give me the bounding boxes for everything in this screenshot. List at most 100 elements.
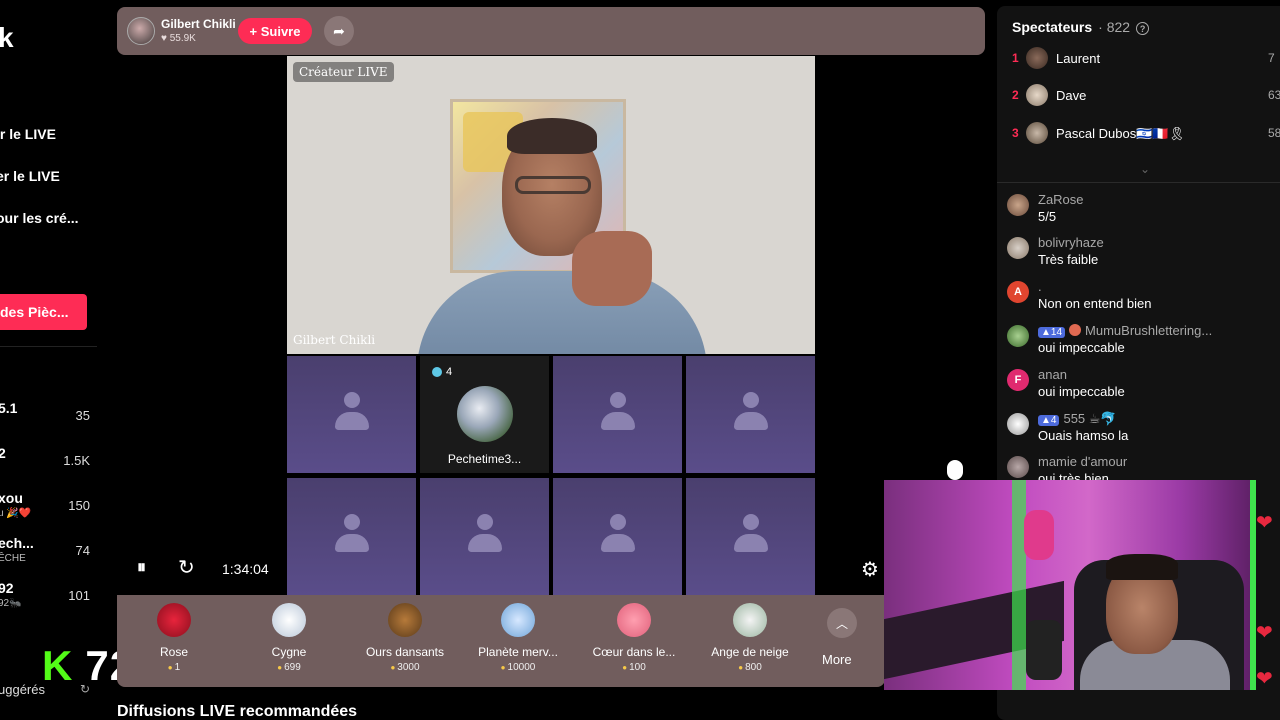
top-viewer-row[interactable]: 3 Pascal Dubos🇮🇱🇫🇷🎗 58 — [1012, 122, 1280, 146]
chat-username-row[interactable]: ▲4 555 ☕🐬 — [1038, 411, 1117, 427]
guest-slot[interactable]: 4 Pechetime3... — [420, 356, 549, 473]
account-viewer-count: 74 — [75, 543, 90, 558]
refresh-icon[interactable]: ↻ — [178, 555, 195, 580]
stream-header: Gilbert Chikli ♥ 55.9K + Suivre ➦ — [117, 7, 985, 55]
gift-name: Ours dansants — [365, 645, 445, 659]
sidebar-link-live-1[interactable]: ir le LIVE — [0, 126, 56, 142]
gift-price: 1 — [119, 662, 229, 673]
sidebar-link-creators[interactable]: our les cré... — [0, 210, 78, 226]
creator-live-tag: Créateur LIVE — [293, 62, 394, 82]
diamond-icon — [432, 367, 442, 377]
microphone-icon — [1026, 620, 1062, 680]
guest-slot-empty[interactable] — [686, 478, 815, 595]
avatar[interactable]: A — [1007, 281, 1029, 303]
person-placeholder-icon — [600, 391, 635, 438]
gift-item-coeur[interactable]: Cœur dans le... 100 — [579, 603, 689, 673]
gift-item-planete[interactable]: Planète merv... 10000 — [463, 603, 573, 673]
guest-avatar — [457, 386, 513, 442]
guest-slot-empty[interactable] — [686, 356, 815, 473]
chat-username[interactable]: mamie d'amour — [1038, 454, 1127, 469]
rose-icon — [157, 603, 191, 637]
account-viewer-count: 35 — [75, 408, 90, 423]
guest-badge-count: 4 — [446, 366, 453, 378]
sidebar-account-row[interactable]: 5.1 35 — [0, 400, 96, 436]
gift-item-ours[interactable]: Ours dansants 3000 — [350, 603, 460, 673]
kick-logo-icon: K — [42, 642, 74, 689]
chevron-down-icon[interactable]: ⌄ — [1140, 162, 1150, 176]
host-name[interactable]: Gilbert Chikli — [161, 17, 236, 31]
host-video-feed: Créateur LIVE Gilbert Chikli — [287, 56, 815, 354]
app-logo[interactable]: k — [0, 22, 14, 54]
sidebar-account-row[interactable]: ech... ÊCHE 74 — [0, 535, 96, 571]
viewer-score: 63 — [1268, 88, 1280, 102]
host-glasses — [515, 176, 591, 194]
guest-name: Pechetime3... — [447, 452, 522, 466]
account-viewer-count: 150 — [68, 498, 90, 513]
snow-angel-icon — [733, 603, 767, 637]
account-name: 92 — [0, 580, 14, 596]
sidebar-account-row[interactable]: 92 92🐜 101 — [0, 580, 96, 616]
gift-item-cygne[interactable]: Cygne 699 — [234, 603, 344, 673]
gift-name: Rose — [159, 645, 188, 659]
help-icon[interactable]: ? — [1136, 22, 1150, 35]
pause-icon[interactable]: ⏸ — [137, 557, 146, 578]
recommended-title: Diffusions LIVE recommandées — [117, 703, 358, 720]
avatar[interactable]: F — [1007, 369, 1029, 391]
chevron-up-icon[interactable]: ︿ — [827, 608, 857, 638]
top-viewer-row[interactable]: 2 Dave 63 — [1012, 84, 1280, 108]
spectators-header[interactable]: Spectateurs · 822? — [1012, 19, 1150, 35]
viewer-score: 58 — [1268, 126, 1280, 140]
sidebar-divider — [0, 346, 97, 347]
avatar[interactable] — [1007, 456, 1029, 478]
suggested-label: uggérés — [0, 682, 45, 697]
avatar[interactable] — [1007, 237, 1029, 259]
chat-text: oui impeccable — [1038, 340, 1125, 355]
chat-username[interactable]: . — [1038, 279, 1042, 294]
chat-username[interactable]: bolivryhaze — [1038, 235, 1104, 250]
top-viewer-row[interactable]: 1 Laurent 7 — [1012, 47, 1280, 71]
chat-username[interactable]: anan — [1038, 367, 1067, 382]
guest-slot-empty[interactable] — [287, 356, 416, 473]
chat-text: 5/5 — [1038, 209, 1057, 224]
avatar[interactable] — [1007, 325, 1029, 347]
gift-price: 699 — [234, 662, 344, 673]
host-avatar[interactable] — [127, 17, 155, 45]
host-hand — [572, 231, 652, 306]
level-badge: ▲4 — [1038, 415, 1060, 426]
sidebar-account-row[interactable]: xou u 🎉❤️ 150 — [0, 490, 96, 526]
account-subtitle: ÊCHE — [0, 553, 26, 564]
guest-slot-empty[interactable] — [287, 478, 416, 595]
sidebar-account-row[interactable]: 2 1.5K — [0, 445, 96, 481]
streamer-webcam — [884, 480, 1256, 690]
sidebar-link-live-2[interactable]: er le LIVE — [0, 168, 60, 184]
gift-name: Cygne — [271, 645, 307, 659]
video-player[interactable]: Créateur LIVE Gilbert Chikli 4 Pechetime… — [117, 55, 985, 595]
account-viewer-count: 1.5K — [63, 453, 90, 468]
share-icon[interactable]: ➦ — [324, 16, 354, 46]
chat-username[interactable]: ZaRose — [1038, 192, 1084, 207]
avatar — [1026, 122, 1048, 144]
guest-slot-empty[interactable] — [553, 356, 682, 473]
gift-name: Ange de neige — [711, 645, 789, 659]
settings-icon[interactable]: ⚙ — [861, 557, 879, 582]
buy-coins-button[interactable]: des Pièc... — [0, 294, 87, 330]
gift-item-rose[interactable]: Rose 1 — [119, 603, 229, 673]
avatar[interactable] — [1007, 413, 1029, 435]
guest-slot-empty[interactable] — [420, 478, 549, 595]
chat-text: Ouais hamso la — [1038, 428, 1129, 443]
microphone-icon[interactable] — [947, 460, 963, 480]
viewer-name: Dave — [1056, 88, 1087, 103]
gift-item-ange[interactable]: Ange de neige 800 — [695, 603, 805, 673]
viewer-score: 7 — [1268, 51, 1275, 65]
follow-button[interactable]: + Suivre — [238, 18, 312, 44]
chat-username-row[interactable]: ▲14 MumuBrushlettering... — [1038, 323, 1212, 338]
person-placeholder-icon — [733, 513, 768, 560]
host-body — [417, 271, 707, 354]
guest-slot-empty[interactable] — [553, 478, 682, 595]
person-placeholder-icon — [334, 513, 369, 560]
heart-icon: ❤ — [1256, 668, 1273, 690]
person-placeholder-icon — [600, 513, 635, 560]
avatar[interactable] — [1007, 194, 1029, 216]
stream-duration: 1:34:04 — [222, 561, 269, 577]
more-gifts-button[interactable]: More — [822, 652, 852, 667]
